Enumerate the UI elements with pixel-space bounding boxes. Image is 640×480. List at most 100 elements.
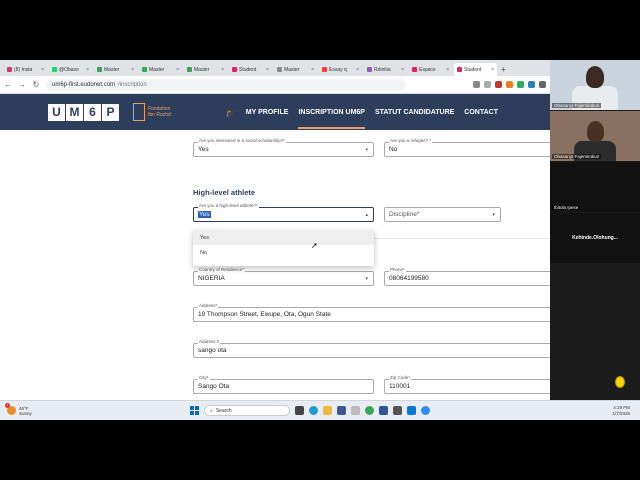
weather-widget[interactable]: 1 46°F Sunny xyxy=(0,403,140,416)
close-tab-icon[interactable]: × xyxy=(86,67,89,73)
screen: (8) Insta × @Obaso × Master × Master × Master × St… xyxy=(0,60,640,420)
weather-condition: Sunny xyxy=(19,410,32,416)
date: 1/7/2026 xyxy=(612,410,630,416)
forward-icon[interactable]: → xyxy=(18,80,26,89)
city-value: Sango Ota xyxy=(198,383,230,390)
menu-my-profile[interactable]: MY PROFILE xyxy=(246,109,289,116)
scholarship-select[interactable]: Are you interested in a social scholarsh… xyxy=(193,138,374,157)
tab-label: Réinitia xyxy=(374,66,391,73)
lightbulb-icon[interactable] xyxy=(615,376,625,388)
athlete-select[interactable]: Are you a high-level athlete?* Yes ▴ xyxy=(193,203,374,222)
participant-tile[interactable]: Ibitola Ipese xyxy=(550,162,640,212)
store-icon[interactable] xyxy=(337,406,346,415)
um6p-logo[interactable]: U M 6 P xyxy=(48,103,119,121)
close-tab-icon[interactable]: × xyxy=(176,67,179,73)
extension-icon[interactable] xyxy=(517,81,524,88)
dropdown-option-no[interactable]: No xyxy=(193,245,374,260)
browser-tab-strip: (8) Insta × @Obaso × Master × Master × Master × St… xyxy=(0,60,550,76)
close-tab-icon[interactable]: × xyxy=(311,67,314,73)
url-host: um6p-first.eudonet.com xyxy=(52,81,116,88)
city-input[interactable]: City* Sango Ota xyxy=(193,375,374,394)
tab-favicon-icon xyxy=(457,67,462,72)
browser-tab[interactable]: Master × xyxy=(94,63,137,76)
tab-favicon-icon xyxy=(97,67,102,72)
tab-label: (8) Insta xyxy=(14,66,33,73)
close-tab-icon[interactable]: × xyxy=(221,67,224,73)
zoom-icon[interactable] xyxy=(421,406,430,415)
browser-tab[interactable]: Master × xyxy=(184,63,227,76)
app-icon[interactable] xyxy=(407,406,416,415)
browser-tab[interactable]: Essay q × xyxy=(319,63,362,76)
browser-tab[interactable]: Espace × xyxy=(409,63,452,76)
address-input[interactable]: Address* 19 Thompson Street, Ewupe, Ota,… xyxy=(193,303,550,322)
time: 4:19 PM xyxy=(613,404,630,410)
logo-letter: 6 xyxy=(84,103,101,121)
taskbar-search[interactable]: ⌕ Search xyxy=(204,405,290,416)
app-icon[interactable] xyxy=(393,406,402,415)
discipline-select[interactable]: Discipline* ▾ xyxy=(384,207,501,222)
extension-icon[interactable] xyxy=(506,81,513,88)
windows-start-icon[interactable] xyxy=(190,406,199,415)
new-tab-button[interactable]: + xyxy=(501,64,506,76)
back-icon[interactable]: ← xyxy=(4,80,12,89)
phone-input[interactable]: Phone* 08064199580 xyxy=(384,267,550,286)
reload-icon[interactable]: ↻ xyxy=(32,80,40,89)
close-tab-icon[interactable]: × xyxy=(266,67,269,73)
mouse-cursor-icon: ➚ xyxy=(311,241,318,250)
tab-favicon-icon xyxy=(187,67,192,72)
notification-badge: 1 xyxy=(5,403,10,408)
translate-icon[interactable] xyxy=(473,81,480,88)
word-icon[interactable] xyxy=(379,406,388,415)
browser-tab[interactable]: Master × xyxy=(274,63,317,76)
task-view-icon[interactable] xyxy=(295,406,304,415)
site-header: U M 6 P Fondation Ibn Rochd 🎓 MY PROFILE … xyxy=(0,94,550,130)
browser-tab[interactable]: Réinitia × xyxy=(364,63,407,76)
address2-input[interactable]: Address 2 sango ota xyxy=(193,339,550,358)
menu-contact[interactable]: CONTACT xyxy=(464,109,498,116)
address2-label: Address 2 xyxy=(198,339,221,344)
tab-label: Master xyxy=(149,66,165,73)
star-icon[interactable] xyxy=(484,81,491,88)
close-tab-icon[interactable]: × xyxy=(356,67,359,73)
pdf-extension-icon[interactable] xyxy=(495,81,502,88)
dropdown-option-yes[interactable]: Yes xyxy=(193,230,374,245)
phone-label: Phone* xyxy=(389,267,406,272)
browser-tab[interactable]: @Obaso × xyxy=(49,63,92,76)
browser-tab[interactable]: Student × xyxy=(229,63,272,76)
extension-icon[interactable] xyxy=(528,81,535,88)
chrome-icon[interactable] xyxy=(365,406,374,415)
close-tab-icon[interactable]: × xyxy=(131,67,134,73)
city-label: City* xyxy=(198,375,210,380)
browser-tab[interactable]: Student × xyxy=(454,63,497,76)
browser-tab[interactable]: (8) Insta × xyxy=(4,63,47,76)
close-tab-icon[interactable]: × xyxy=(401,67,404,73)
address-value: 19 Thompson Street, Ewupe, Ota, Ogun Sta… xyxy=(198,311,331,318)
system-clock[interactable]: 4:19 PM 1/7/2026 xyxy=(612,405,640,417)
app-icon[interactable] xyxy=(351,406,360,415)
search-placeholder: Search xyxy=(215,407,232,414)
participant-tile[interactable]: Kehinde.Olohung... xyxy=(550,213,640,263)
tab-label: Student xyxy=(464,66,482,73)
file-explorer-icon[interactable] xyxy=(323,406,332,415)
chevron-down-icon: ▾ xyxy=(365,147,368,153)
scholarship-value: Yes xyxy=(198,146,209,153)
close-tab-icon[interactable]: × xyxy=(491,67,494,73)
participant-tile[interactable]: Obasanjo Fajemirokun xyxy=(550,60,640,110)
section-title: High-level athlete xyxy=(193,188,256,197)
browser-tab[interactable]: Master × xyxy=(139,63,182,76)
tab-favicon-icon xyxy=(232,67,237,72)
close-tab-icon[interactable]: × xyxy=(446,67,449,73)
country-select[interactable]: Country of Residence* NIGERIA ▾ xyxy=(193,267,374,286)
puzzle-icon[interactable] xyxy=(539,81,546,88)
tab-label: Master xyxy=(284,66,300,73)
edge-icon[interactable] xyxy=(309,406,318,415)
zip-input[interactable]: Zip Code* 110001 xyxy=(384,375,550,394)
refugee-select[interactable]: Are you a refugee? * No ▾ xyxy=(384,138,550,157)
address-bar[interactable]: um6p-first.eudonet.com/inscription xyxy=(46,78,406,91)
menu-statut-candidature[interactable]: STATUT CANDIDATURE xyxy=(375,109,454,116)
foundation-emblem-icon xyxy=(133,103,145,121)
menu-inscription[interactable]: INSCRIPTION UM6P xyxy=(298,109,365,129)
close-tab-icon[interactable]: × xyxy=(41,67,44,73)
graduation-cap-icon[interactable]: 🎓 xyxy=(226,108,236,117)
participant-tile[interactable]: Obasanjo Fajemirokun xyxy=(550,111,640,161)
